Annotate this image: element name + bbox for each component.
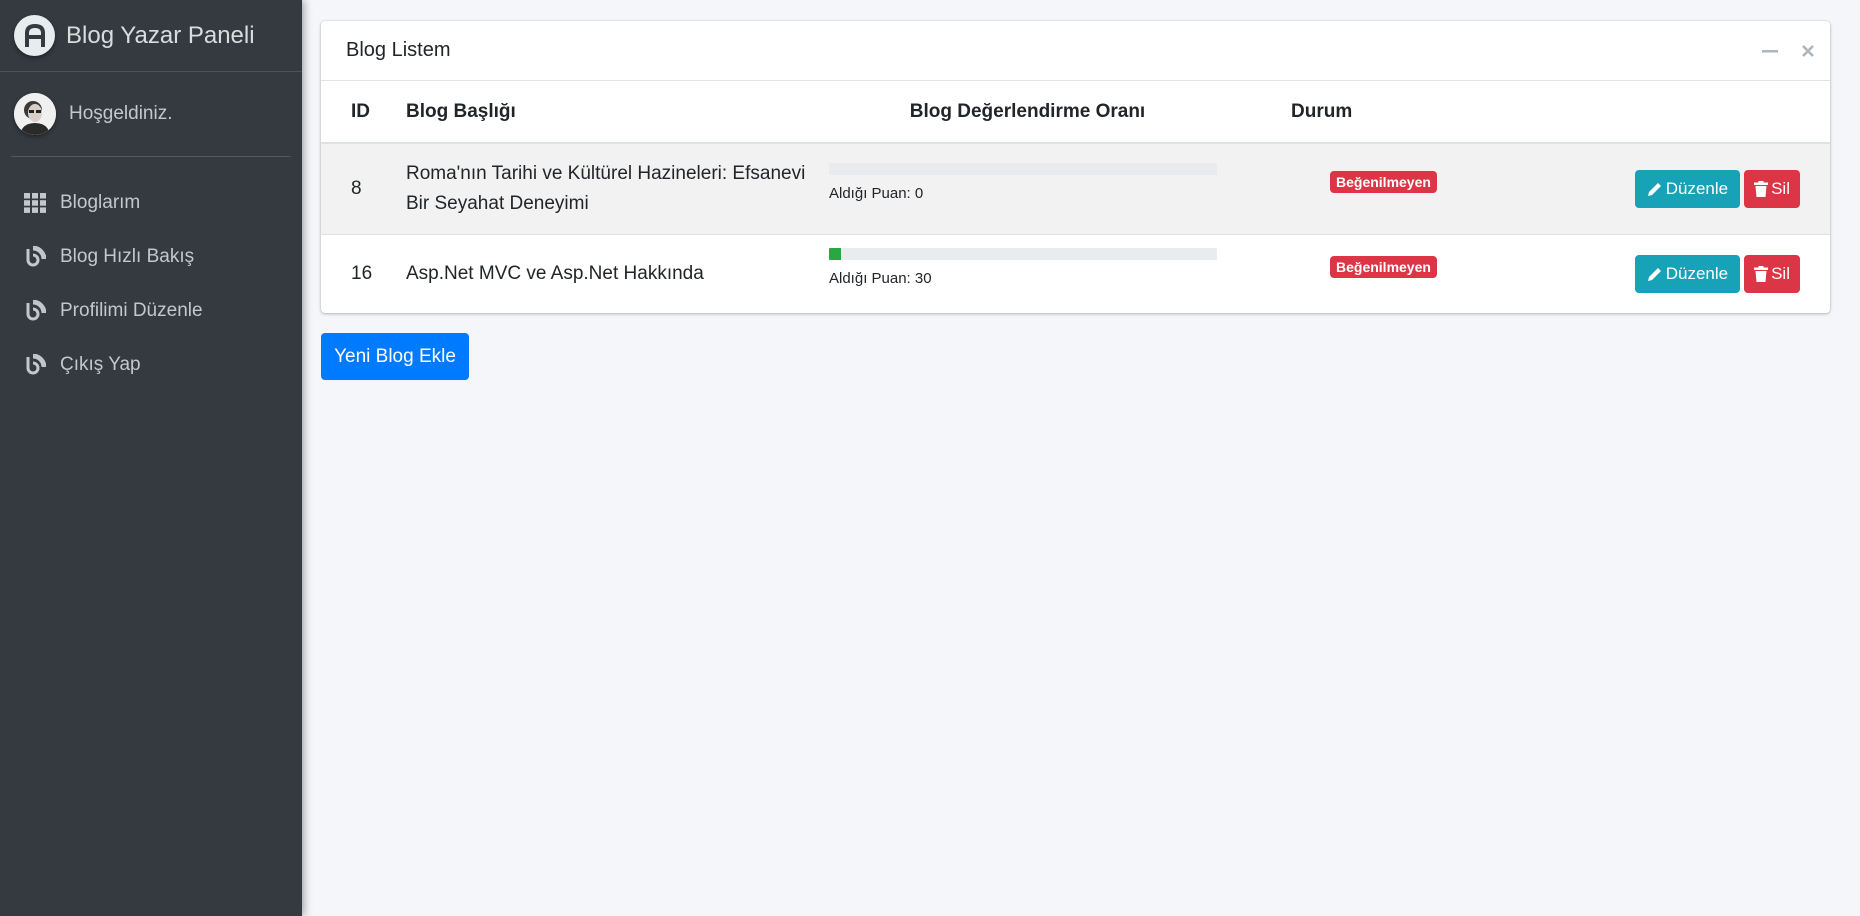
avatar[interactable] — [14, 93, 56, 135]
sidebar-item-blog-hizli-bakis[interactable]: Blog Hızlı Bakış — [0, 230, 302, 284]
blog-list-card: Blog Listem ID Blog Başlığı Blog Değerle… — [321, 21, 1830, 313]
brand-link[interactable]: Blog Yazar Paneli — [0, 0, 302, 72]
score-text: Aldığı Puan: 30 — [829, 270, 932, 288]
delete-button-label: Sil — [1771, 178, 1790, 198]
score-text: Aldığı Puan: 0 — [829, 185, 924, 203]
row-id: 16 — [351, 262, 373, 284]
card-tools — [1758, 39, 1820, 63]
table-header-row: ID Blog Başlığı Blog Değerlendirme Oranı… — [321, 81, 1830, 143]
rating-progress-bar — [829, 248, 1217, 261]
brand-text: Blog Yazar Paneli — [66, 21, 255, 49]
row-status: Beğenilmeyen — [1266, 234, 1586, 313]
rating-progress-bar — [829, 163, 1217, 176]
sidebar-item-label: Profilimi Düzenle — [60, 300, 203, 321]
row-status: Beğenilmeyen — [1266, 143, 1586, 234]
delete-button[interactable]: Sil — [1744, 254, 1800, 293]
row-rating: Aldığı Puan: 30 — [826, 234, 1266, 313]
blog-table: ID Blog Başlığı Blog Değerlendirme Oranı… — [321, 81, 1830, 313]
rss-icon — [24, 300, 46, 322]
column-header-rating: Blog Değerlendirme Oranı — [909, 100, 1146, 122]
grid-icon — [24, 192, 46, 214]
card-title: Blog Listem — [346, 39, 451, 61]
status-badge: Beğenilmeyen — [1330, 170, 1437, 193]
delete-button[interactable]: Sil — [1744, 169, 1800, 208]
row-rating: Aldığı Puan: 0 — [826, 143, 1266, 234]
card-header: Blog Listem — [321, 21, 1830, 81]
sidebar-item-cikis-yap[interactable]: Çıkış Yap — [0, 338, 302, 392]
rating-progress-fill — [829, 248, 841, 261]
row-title: Asp.Net MVC ve Asp.Net Hakkında — [406, 262, 704, 284]
column-header-status: Durum — [1291, 100, 1353, 122]
delete-button-label: Sil — [1771, 263, 1790, 283]
row-actions: Düzenle Sil — [1586, 234, 1830, 313]
pencil-icon — [1647, 182, 1661, 196]
sidebar-item-label: Bloglarım — [60, 192, 141, 213]
new-blog-button[interactable]: Yeni Blog Ekle — [321, 333, 469, 380]
sidebar-item-label: Çıkış Yap — [60, 354, 141, 375]
row-actions: Düzenle Sil — [1586, 143, 1830, 234]
user-panel: Hoşgeldiniz. — [11, 72, 291, 157]
sidebar: Blog Yazar Paneli Hoşgeldiniz. Bloglarım… — [0, 0, 302, 916]
user-greeting[interactable]: Hoşgeldiniz. — [69, 103, 173, 125]
column-header-actions — [1586, 81, 1830, 143]
trash-icon — [1754, 180, 1769, 197]
pencil-icon — [1647, 267, 1661, 281]
rss-icon — [24, 246, 46, 268]
table-row: 16 Asp.Net MVC ve Asp.Net Hakkında Aldığ… — [321, 234, 1830, 313]
row-title: Roma'nın Tarihi ve Kültürel Hazineleri: … — [406, 162, 806, 214]
sidebar-item-bloglarim[interactable]: Bloglarım — [0, 176, 302, 230]
edit-button[interactable]: Düzenle — [1634, 254, 1741, 293]
collapse-button[interactable] — [1758, 39, 1782, 63]
brand-logo-icon — [14, 15, 55, 56]
table-row: 8 Roma'nın Tarihi ve Kültürel Hazineleri… — [321, 143, 1830, 234]
remove-button[interactable] — [1796, 39, 1820, 63]
column-header-title: Blog Başlığı — [406, 100, 516, 122]
minus-icon — [1762, 50, 1778, 53]
edit-button-label: Düzenle — [1665, 263, 1729, 283]
sidebar-nav: Bloglarım Blog Hızlı Bakış Profilimi Düz… — [0, 176, 302, 392]
sidebar-item-label: Blog Hızlı Bakış — [60, 246, 195, 267]
sidebar-item-profilimi-duzenle[interactable]: Profilimi Düzenle — [0, 284, 302, 338]
edit-button[interactable]: Düzenle — [1634, 169, 1741, 208]
row-id: 8 — [351, 177, 362, 199]
column-header-id: ID — [351, 100, 370, 122]
status-badge: Beğenilmeyen — [1330, 255, 1437, 278]
close-icon — [1802, 45, 1814, 57]
edit-button-label: Düzenle — [1665, 178, 1729, 198]
trash-icon — [1754, 265, 1769, 282]
rss-icon — [24, 354, 46, 376]
